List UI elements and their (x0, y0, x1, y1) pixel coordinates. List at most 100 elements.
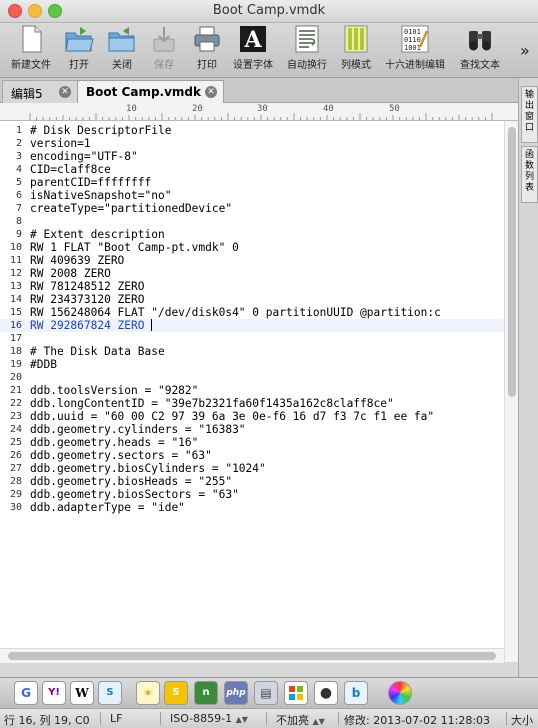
editor-line[interactable]: 27 ddb.geometry.biosCylinders = "1024" (0, 462, 504, 475)
horizontal-scroll-thumb[interactable] (8, 652, 496, 660)
close-folder-icon (107, 25, 137, 53)
editor-line[interactable]: 10 RW 1 FLAT "Boot Camp-pt.vmdk" 0 (0, 241, 504, 254)
line-number: 14 (9, 294, 22, 305)
close-button[interactable]: 关闭 (103, 25, 141, 71)
open-button[interactable]: 打开 (60, 25, 98, 71)
apple-icon[interactable]: ● (314, 681, 338, 705)
editor-line[interactable]: 14 RW 234373120 ZERO (0, 293, 504, 306)
line-text: ddb.geometry.sectors = "63" (30, 449, 212, 462)
line-number: 12 (9, 268, 22, 279)
editor-line[interactable]: 9 # Extent description (0, 228, 504, 241)
vertical-scrollbar[interactable] (504, 121, 519, 662)
editor-line[interactable]: 26 ddb.geometry.sectors = "63" (0, 449, 504, 462)
column-mode-icon (341, 25, 371, 53)
editor-line[interactable]: 13 RW 781248512 ZERO (0, 280, 504, 293)
editor-line[interactable]: 15 RW 156248064 FLAT "/dev/disk0s4" 0 par… (0, 306, 504, 319)
line-number: 11 (9, 255, 22, 266)
toolbar-overflow-button[interactable]: » (520, 41, 530, 60)
side-tab-function-list[interactable]: 函数列表 (521, 146, 538, 203)
binoculars-icon (465, 25, 495, 53)
set-font-button[interactable]: A 设置字体 (229, 25, 277, 71)
save-button[interactable]: 保存 (145, 25, 183, 71)
side-tab-output-window[interactable]: 输出窗口 (521, 86, 538, 143)
line-number: 25 (9, 437, 22, 448)
editor-line[interactable]: 16 RW 292867824 ZERO (0, 319, 504, 332)
editor-line[interactable]: 21 ddb.toolsVersion = "9282" (0, 384, 504, 397)
editor-line[interactable]: 1 # Disk DescriptorFile (0, 124, 504, 137)
open-folder-icon (64, 25, 94, 53)
line-text: ddb.geometry.cylinders = "16383" (30, 423, 246, 436)
baidu-icon[interactable]: ✶ (136, 681, 160, 705)
tab-close-icon[interactable]: ✕ (59, 86, 71, 98)
vertical-scroll-thumb[interactable] (508, 127, 516, 397)
line-text: RW 292867824 ZERO (30, 319, 153, 332)
line-text: createType="partitionedDevice" (30, 202, 233, 215)
line-text: ddb.toolsVersion = "9282" (30, 384, 199, 397)
editor-line[interactable]: 3 encoding="UTF-8" (0, 150, 504, 163)
text-editor[interactable]: 1 # Disk DescriptorFile 2 version=1 3 encodin… (0, 121, 519, 663)
editor-line[interactable]: 30 ddb.adapterType = "ide" (0, 501, 504, 514)
editor-line[interactable]: 23 ddb.uuid = "60 00 C2 97 39 6a 3e 0e-f6… (0, 410, 504, 423)
horizontal-scrollbar[interactable] (0, 648, 504, 663)
editor-line[interactable]: 18 # The Disk Data Base (0, 345, 504, 358)
editor-line[interactable]: 28 ddb.geometry.biosHeads = "255" (0, 475, 504, 488)
line-number: 2 (15, 138, 22, 149)
line-number: 22 (9, 398, 22, 409)
line-text: ddb.geometry.biosHeads = "255" (30, 475, 233, 488)
line-number: 6 (15, 190, 22, 201)
line-text: ddb.longContentID = "39e7b2321fa60f1435a… (30, 397, 394, 410)
word-wrap-button[interactable]: 自动换行 (283, 25, 331, 71)
new-file-button[interactable]: 新建文件 (6, 25, 56, 71)
nhn-icon[interactable]: n (194, 681, 218, 705)
editor-line[interactable]: 25 ddb.geometry.heads = "16" (0, 436, 504, 449)
windows-icon[interactable] (284, 681, 308, 705)
color-wheel-icon[interactable] (388, 681, 412, 705)
editor-line[interactable]: 11 RW 409639 ZERO (0, 254, 504, 267)
print-button[interactable]: 打印 (188, 25, 226, 71)
divider (338, 712, 339, 725)
yahoo-icon[interactable]: Y! (42, 681, 66, 705)
tab-label: 编辑5 (11, 87, 43, 101)
editor-line[interactable]: 5 parentCID=ffffffff (0, 176, 504, 189)
tab-edit5[interactable]: 编辑5 ✕ (2, 80, 78, 103)
editor-line[interactable]: 12 RW 2008 ZERO (0, 267, 504, 280)
wikipedia-icon[interactable]: W (70, 681, 94, 705)
line-number: 7 (15, 203, 22, 214)
hex-edit-icon: 0101 0110 1001 (400, 25, 430, 53)
editor-line[interactable]: 19 #DDB (0, 358, 504, 371)
font-icon: A (238, 25, 268, 53)
editor-line[interactable]: 4 CID=claff8ce (0, 163, 504, 176)
new-file-icon (16, 25, 46, 53)
editor-line[interactable]: 7 createType="partitionedDevice" (0, 202, 504, 215)
editor-line[interactable]: 2 version=1 (0, 137, 504, 150)
highlight-select[interactable]: 不加亮 ▲▼ (276, 712, 325, 728)
google-icon[interactable]: G (14, 681, 38, 705)
editor-line[interactable]: 20 (0, 371, 504, 384)
tab-close-icon[interactable]: ✕ (205, 86, 217, 98)
updown-icon: ▲▼ (235, 715, 248, 724)
line-number: 27 (9, 463, 22, 474)
bing-icon[interactable]: b (344, 681, 368, 705)
line-ending-select[interactable]: LF (110, 712, 122, 725)
line-text: RW 409639 ZERO (30, 254, 125, 267)
editor-line[interactable]: 6 isNativeSnapshot="no" (0, 189, 504, 202)
soso-icon[interactable]: S (164, 681, 188, 705)
editor-line[interactable]: 17 (0, 332, 504, 345)
column-ruler: 10 20 30 40 50 (0, 103, 518, 121)
editor-line[interactable]: 8 (0, 215, 504, 228)
editor-line[interactable]: 24 ddb.geometry.cylinders = "16383" (0, 423, 504, 436)
sogou-icon[interactable]: S (98, 681, 122, 705)
ruler-mark: 30 (257, 104, 268, 114)
encoding-select[interactable]: ISO-8859-1 ▲▼ (170, 712, 248, 725)
bookmarks-icon[interactable]: ▤ (254, 681, 278, 705)
line-number: 19 (9, 359, 22, 370)
hex-edit-button[interactable]: 0101 0110 1001 十六进制编辑 (380, 25, 450, 71)
editor-line[interactable]: 22 ddb.longContentID = "39e7b2321fa60f143… (0, 397, 504, 410)
tab-boot-camp-vmdk[interactable]: Boot Camp.vmdk ✕ (77, 80, 224, 103)
column-mode-button[interactable]: 列模式 (337, 25, 375, 71)
editor-line[interactable]: 29 ddb.geometry.biosSectors = "63" (0, 488, 504, 501)
php-icon[interactable]: php (224, 681, 248, 705)
ruler-mark: 40 (323, 104, 334, 114)
find-text-button[interactable]: 查找文本 (455, 25, 505, 71)
line-text: #DDB (30, 358, 57, 371)
